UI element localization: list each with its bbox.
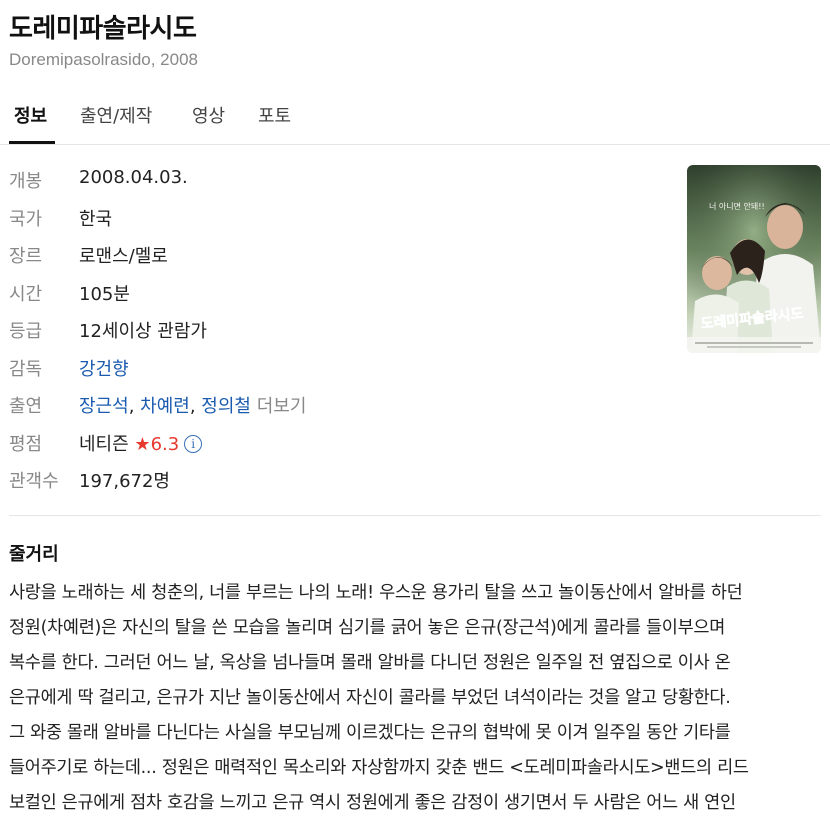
- synopsis-heading: 줄거리: [9, 544, 59, 565]
- cast-link-1[interactable]: 장근석: [79, 396, 129, 417]
- tab-photo[interactable]: 포토: [258, 102, 291, 128]
- movie-poster[interactable]: 너 아니면 안돼!! 도레미파솔라시도: [687, 165, 821, 353]
- tab-info[interactable]: 정보: [14, 102, 47, 128]
- tab-video[interactable]: 영상: [192, 102, 225, 128]
- release-value: 2008.04.03.: [79, 167, 188, 188]
- synopsis-line: 사랑을 노래하는 세 청춘의, 너를 부르는 나의 노래! 우스운 용가리 탈을…: [9, 583, 743, 603]
- active-tab-indicator: [9, 141, 55, 144]
- rating-label: 평점: [9, 433, 43, 455]
- tab-cast-crew[interactable]: 출연/제작: [80, 102, 152, 128]
- cast-label: 출연: [9, 396, 43, 417]
- poster-tagline: 너 아니면 안돼!!: [709, 201, 765, 211]
- info-row-grade: 등급 12세이상 관람가: [9, 312, 649, 350]
- info-icon[interactable]: i: [184, 434, 203, 453]
- synopsis-line: 복수를 한다. 그러던 어느 날, 옥상을 넘나들며 몰래 알바를 다니던 정원…: [9, 653, 731, 673]
- info-row-release: 개봉 2008.04.03.: [9, 162, 649, 200]
- movie-subtitle: Doremipasolrasido, 2008: [9, 50, 198, 69]
- info-table: 개봉 2008.04.03. 국가 한국 장르 로맨스/멜로 시간 105분 등…: [9, 162, 649, 500]
- director-label: 감독: [9, 358, 43, 380]
- synopsis-line: 들어주기로 하는데... 정원은 매력적인 목소리와 자상함까지 갖춘 밴드 <…: [9, 758, 749, 778]
- country-label: 국가: [9, 208, 43, 230]
- section-divider: [9, 515, 821, 516]
- release-label: 개봉: [9, 171, 43, 192]
- runtime-value: 105분: [79, 283, 130, 305]
- cast-link-3[interactable]: 정의철: [201, 396, 251, 417]
- info-row-audience: 관객수 197,672명: [9, 462, 649, 500]
- cast-separator: ,: [128, 396, 141, 417]
- genre-label: 장르: [9, 246, 43, 267]
- country-value: 한국: [79, 208, 113, 230]
- info-row-genre: 장르 로맨스/멜로: [9, 237, 649, 275]
- rating-source: 네티즌: [79, 433, 129, 455]
- synopsis-text: 사랑을 노래하는 세 청춘의, 너를 부르는 나의 노래! 우스운 용가리 탈을…: [9, 576, 824, 821]
- genre-value: 로맨스/멜로: [79, 246, 168, 267]
- cast-link-2[interactable]: 차예련: [140, 396, 190, 417]
- info-row-country: 국가 한국: [9, 200, 649, 238]
- cast-more-link[interactable]: 더보기: [257, 396, 307, 417]
- info-row-rating: 평점 네티즌 ★6.3 i: [9, 425, 649, 463]
- rating-score: 6.3: [150, 433, 180, 455]
- audience-value: 197,672명: [79, 471, 170, 492]
- grade-value: 12세이상 관람가: [79, 321, 207, 342]
- grade-label: 등급: [9, 321, 43, 342]
- synopsis-line: 정원(차예련)은 자신의 탈을 쓴 모습을 놀리며 심기를 긁어 놓은 은규(장…: [9, 618, 725, 638]
- synopsis-line: 보컬인 은규에게 점차 호감을 느끼고 은규 역시 정원에게 좋은 감정이 생기…: [9, 793, 736, 813]
- info-row-cast: 출연 장근석, 차예련, 정의철 더보기: [9, 387, 649, 425]
- tab-bar: 정보 출연/제작 영상 포토: [0, 90, 830, 145]
- info-row-runtime: 시간 105분: [9, 275, 649, 313]
- runtime-label: 시간: [9, 283, 43, 305]
- movie-title: 도레미파솔라시도: [9, 14, 197, 44]
- star-icon: ★: [134, 433, 151, 455]
- synopsis-line: 그 와중 몰래 알바를 다닌다는 사실을 부모님께 이르겠다는 은규의 협박에 …: [9, 723, 731, 743]
- cast-separator: ,: [189, 396, 202, 417]
- director-link[interactable]: 강건향: [79, 359, 129, 380]
- info-row-director: 감독 강건향: [9, 350, 649, 388]
- audience-label: 관객수: [9, 471, 59, 492]
- synopsis-line: 은규에게 딱 걸리고, 은규가 지난 놀이동산에서 자신이 콜라를 부었던 녀석…: [9, 688, 731, 708]
